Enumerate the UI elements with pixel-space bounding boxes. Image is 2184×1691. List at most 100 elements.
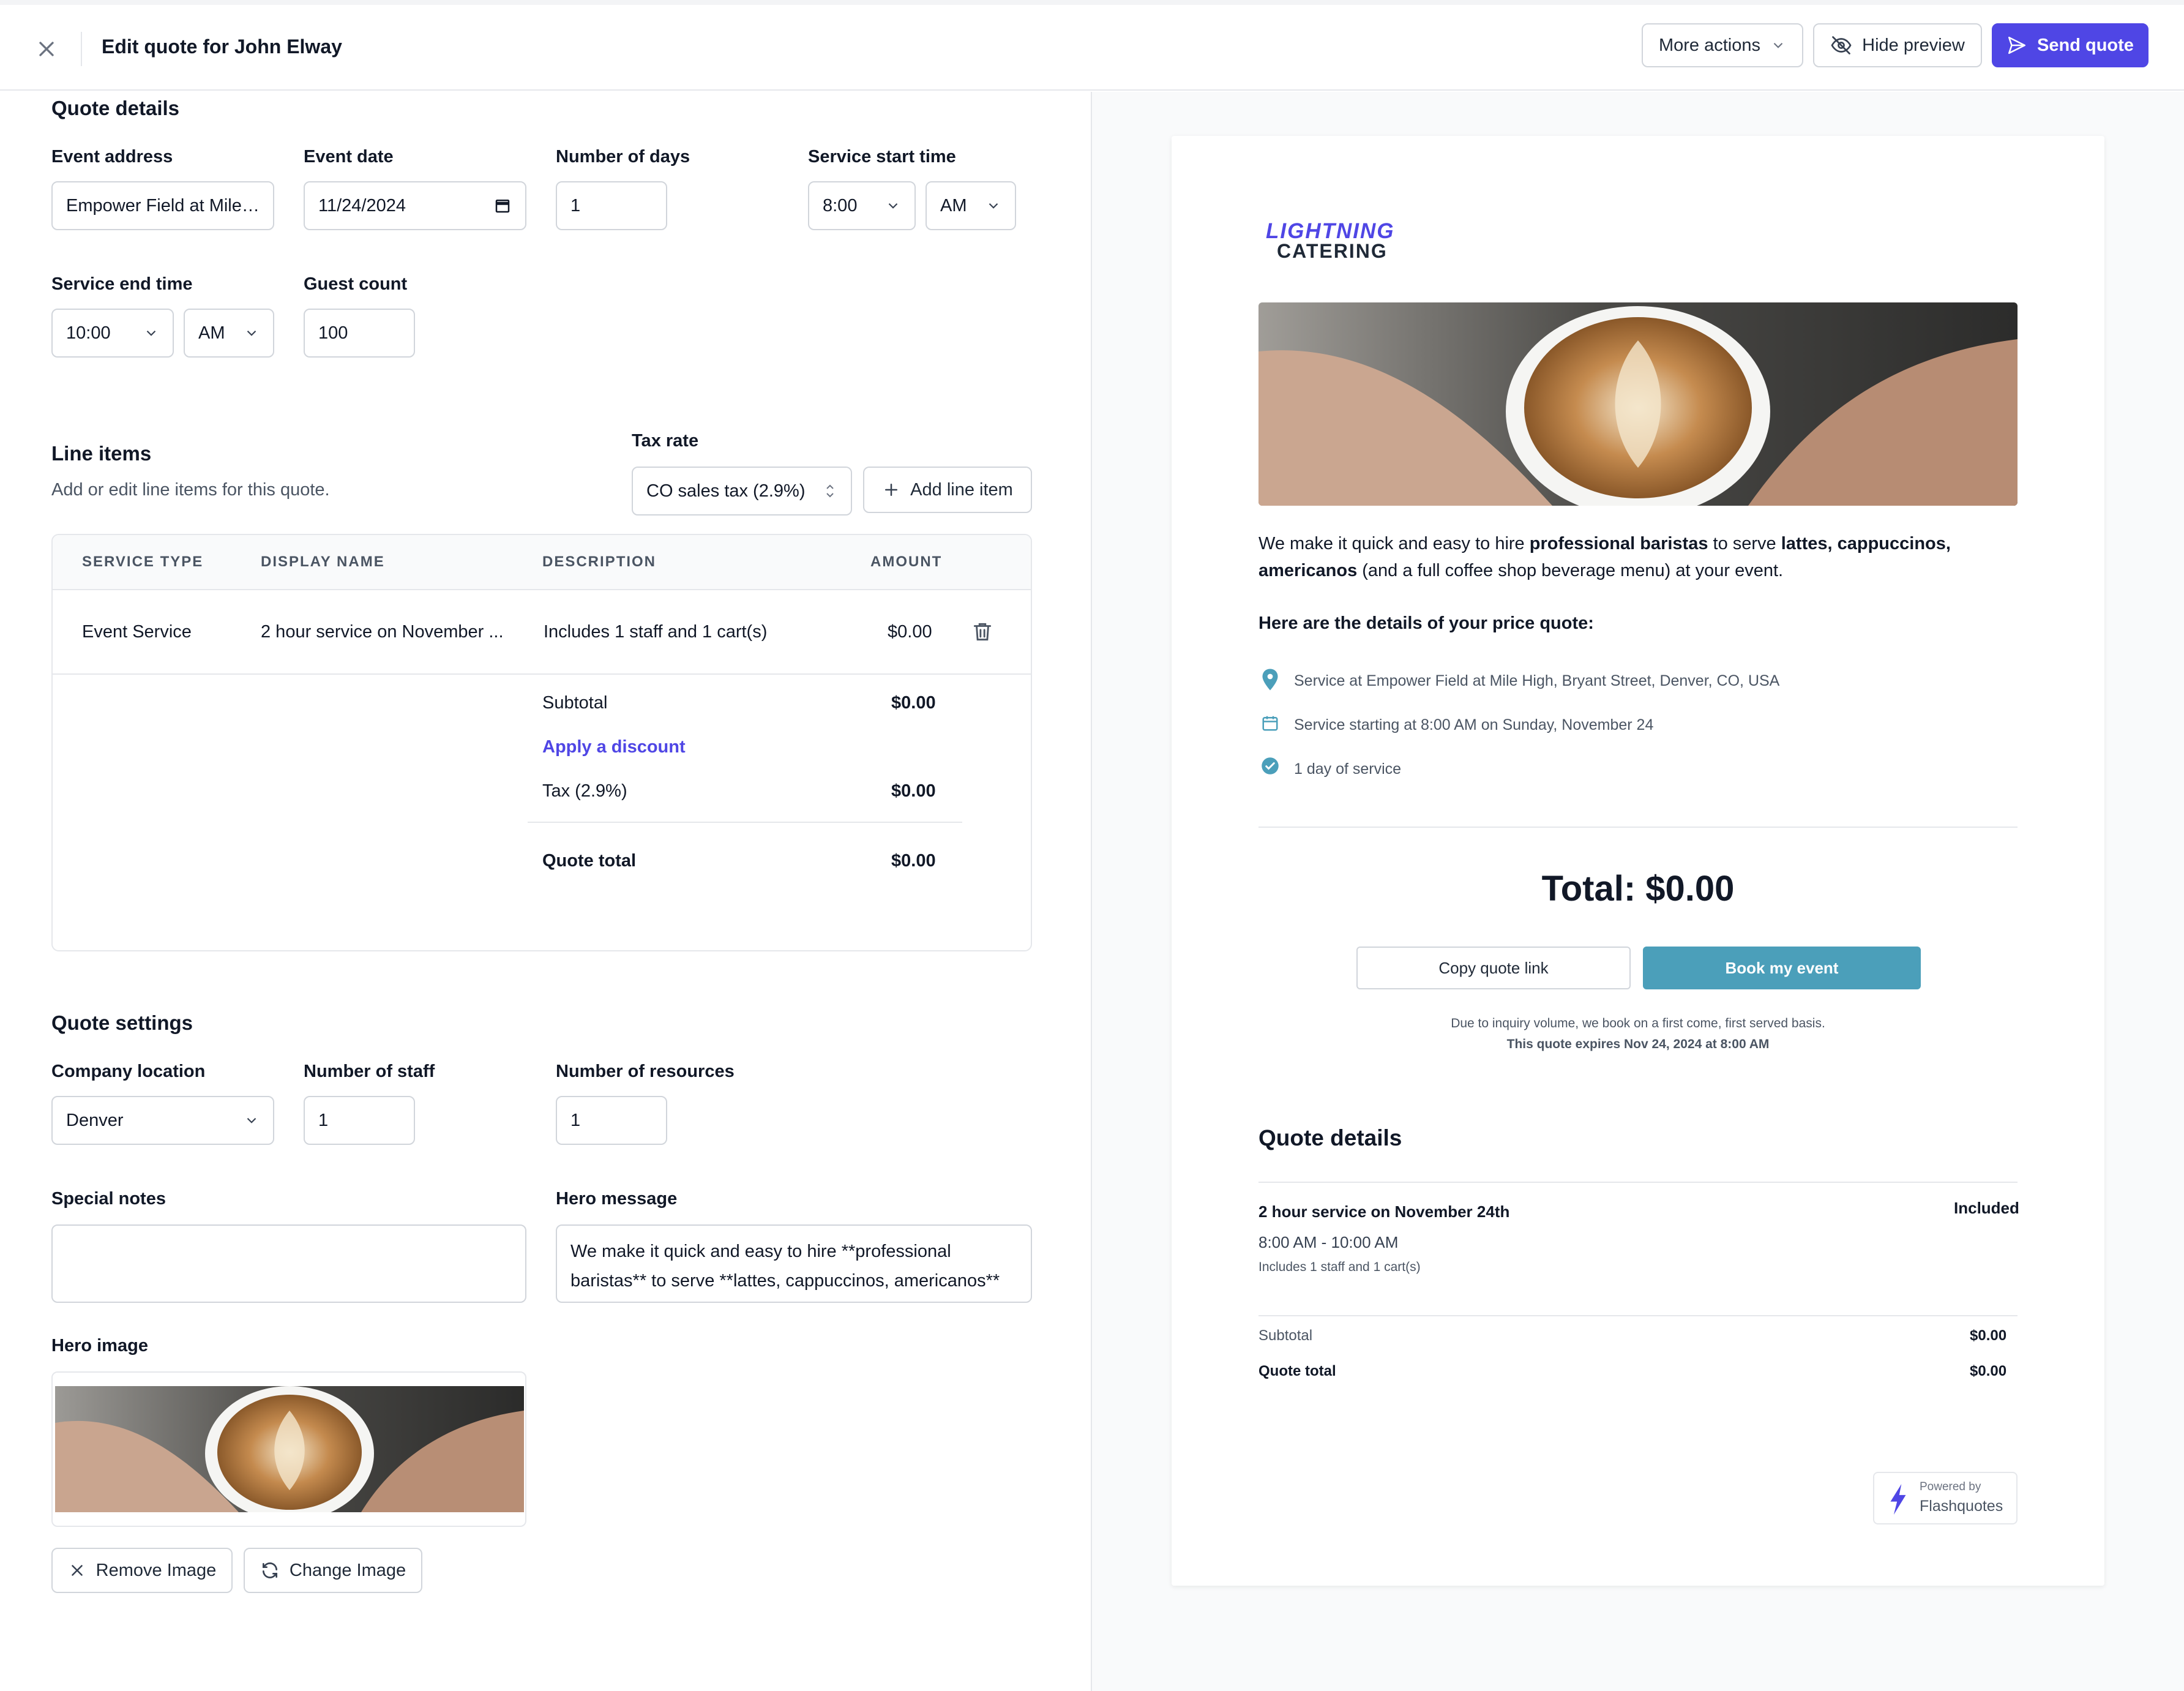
column-header-amount: AMOUNT: [870, 553, 943, 570]
booking-note: Due to inquiry volume, we book on a firs…: [1451, 1016, 1825, 1030]
service-type-cell: Event Service: [82, 622, 192, 642]
special-notes-label: Special notes: [51, 1189, 166, 1209]
start-ampm-select[interactable]: AM: [926, 181, 1016, 230]
change-image-button[interactable]: Change Image: [244, 1548, 422, 1593]
trash-icon[interactable]: [971, 620, 994, 644]
hero-bold-1: professional baristas: [1529, 534, 1708, 553]
preview-total-label: Quote total: [1258, 1363, 1336, 1379]
change-image-label: Change Image: [289, 1560, 406, 1580]
number-of-resources-value: 1: [570, 1110, 581, 1130]
number-of-days-input[interactable]: 1: [556, 181, 667, 230]
end-time-value: 10:00: [66, 323, 111, 343]
service-start-time-label: Service start time: [808, 147, 956, 167]
add-line-item-label: Add line item: [910, 479, 1013, 500]
remove-image-label: Remove Image: [95, 1560, 217, 1580]
guest-count-input[interactable]: 100: [304, 309, 415, 358]
number-of-resources-input[interactable]: 1: [556, 1096, 667, 1145]
event-date-label: Event date: [304, 147, 394, 167]
number-of-resources-label: Number of resources: [556, 1062, 735, 1081]
detail-start: Service starting at 8:00 AM on Sunday, N…: [1294, 716, 1654, 733]
check-circle-icon: [1262, 757, 1279, 774]
end-ampm-value: AM: [198, 323, 225, 343]
send-icon: [2008, 36, 2026, 54]
event-date-input[interactable]: 11/24/2024: [304, 181, 526, 230]
plus-icon: [885, 484, 898, 496]
event-address-label: Event address: [51, 147, 173, 167]
copy-quote-link-button[interactable]: Copy quote link: [1356, 947, 1631, 989]
item-time: 8:00 AM - 10:00 AM: [1258, 1233, 1399, 1251]
column-header-description: DESCRIPTION: [542, 553, 657, 570]
special-notes-textarea[interactable]: [51, 1224, 526, 1303]
tax-label: Tax (2.9%): [542, 781, 627, 801]
quote-details-heading: Quote details: [51, 97, 180, 119]
subtotal-value: $0.00: [891, 693, 936, 713]
event-date-value: 11/24/2024: [318, 195, 406, 216]
preview-total-value: $0.00: [1970, 1363, 2007, 1379]
hide-preview-button[interactable]: Hide preview: [1813, 23, 1982, 67]
line-items-table: SERVICE TYPE DISPLAY NAME DESCRIPTION AM…: [51, 534, 1032, 951]
chevron-down-icon: [1773, 42, 1783, 48]
send-quote-button[interactable]: Send quote: [1992, 23, 2148, 67]
quote-total-label: Quote total: [542, 851, 637, 871]
subtotal-divider: [1258, 1315, 2018, 1316]
tax-rate-select[interactable]: CO sales tax (2.9%): [632, 467, 852, 516]
calendar-icon[interactable]: [493, 197, 512, 215]
powered-by-badge[interactable]: Powered by Flashquotes: [1873, 1472, 2018, 1524]
hero-image-thumbnail: [55, 1386, 524, 1512]
preview-quote-details-heading: Quote details: [1258, 1125, 1402, 1150]
hero-message-textarea[interactable]: We make it quick and easy to hire **prof…: [556, 1224, 1032, 1303]
more-actions-label: More actions: [1658, 35, 1760, 55]
start-ampm-value: AM: [940, 195, 967, 216]
details-intro: Here are the details of your price quote…: [1258, 613, 1594, 633]
chevron-down-icon: [247, 330, 256, 336]
page-title: Edit quote for John Elway: [102, 36, 342, 58]
subtotal-label: Subtotal: [542, 693, 608, 713]
detail-location: Service at Empower Field at Mile High, B…: [1294, 672, 1780, 689]
apply-discount-link[interactable]: Apply a discount: [542, 737, 686, 757]
guest-count-value: 100: [318, 323, 348, 343]
more-actions-button[interactable]: More actions: [1642, 23, 1803, 67]
hero-text-1: We make it quick and easy to hire: [1258, 534, 1530, 553]
hero-text-2: to serve: [1708, 534, 1781, 553]
chevron-down-icon: [247, 1117, 256, 1123]
hero-image-label: Hero image: [51, 1336, 148, 1355]
end-time-select[interactable]: 10:00: [51, 309, 174, 358]
display-name-cell: 2 hour service on November ...: [261, 622, 504, 642]
chevron-up-down-icon: [826, 484, 834, 498]
table-row[interactable]: Event Service 2 hour service on November…: [53, 590, 1031, 675]
close-icon[interactable]: [34, 37, 59, 61]
preview-total: Total: $0.00: [1541, 869, 1735, 909]
add-line-item-button[interactable]: Add line item: [863, 467, 1032, 513]
preview-subtotal-label: Subtotal: [1258, 1327, 1313, 1344]
number-of-days-label: Number of days: [556, 147, 690, 167]
book-my-event-button[interactable]: Book my event: [1643, 947, 1921, 989]
item-name: 2 hour service on November 24th: [1258, 1202, 1510, 1221]
column-header-service-type: SERVICE TYPE: [82, 553, 204, 570]
event-address-input[interactable]: Empower Field at Mile ...: [51, 181, 274, 230]
quote-settings-heading: Quote settings: [51, 1011, 193, 1034]
line-items-subtitle: Add or edit line items for this quote.: [51, 480, 330, 500]
remove-image-button[interactable]: Remove Image: [51, 1548, 233, 1593]
powered-by-label: Powered by: [1920, 1480, 1981, 1493]
hero-text-3: (and a full coffee shop beverage menu) a…: [1357, 561, 1784, 580]
detail-days: 1 day of service: [1294, 760, 1402, 778]
hero-image-frame: [51, 1371, 526, 1527]
number-of-staff-input[interactable]: 1: [304, 1096, 415, 1145]
table-header: SERVICE TYPE DISPLAY NAME DESCRIPTION AM…: [53, 535, 1031, 590]
number-of-days-value: 1: [570, 195, 581, 216]
chevron-down-icon: [989, 203, 998, 209]
hero-message: We make it quick and easy to hire profes…: [1258, 530, 2030, 584]
logo-line2: CATERING: [1277, 240, 1388, 262]
start-time-value: 8:00: [823, 195, 858, 216]
totals-divider: [528, 822, 962, 823]
company-location-select[interactable]: Denver: [51, 1096, 274, 1145]
item-description: Includes 1 staff and 1 cart(s): [1258, 1260, 1421, 1274]
start-time-select[interactable]: 8:00: [808, 181, 916, 230]
end-ampm-select[interactable]: AM: [184, 309, 274, 358]
tax-rate-label: Tax rate: [632, 431, 699, 451]
lightning-icon: [1890, 1484, 1906, 1515]
hide-preview-label: Hide preview: [1862, 35, 1965, 55]
send-quote-label: Send quote: [2037, 35, 2134, 55]
header-divider: [81, 32, 82, 66]
close-icon: [71, 1565, 83, 1576]
